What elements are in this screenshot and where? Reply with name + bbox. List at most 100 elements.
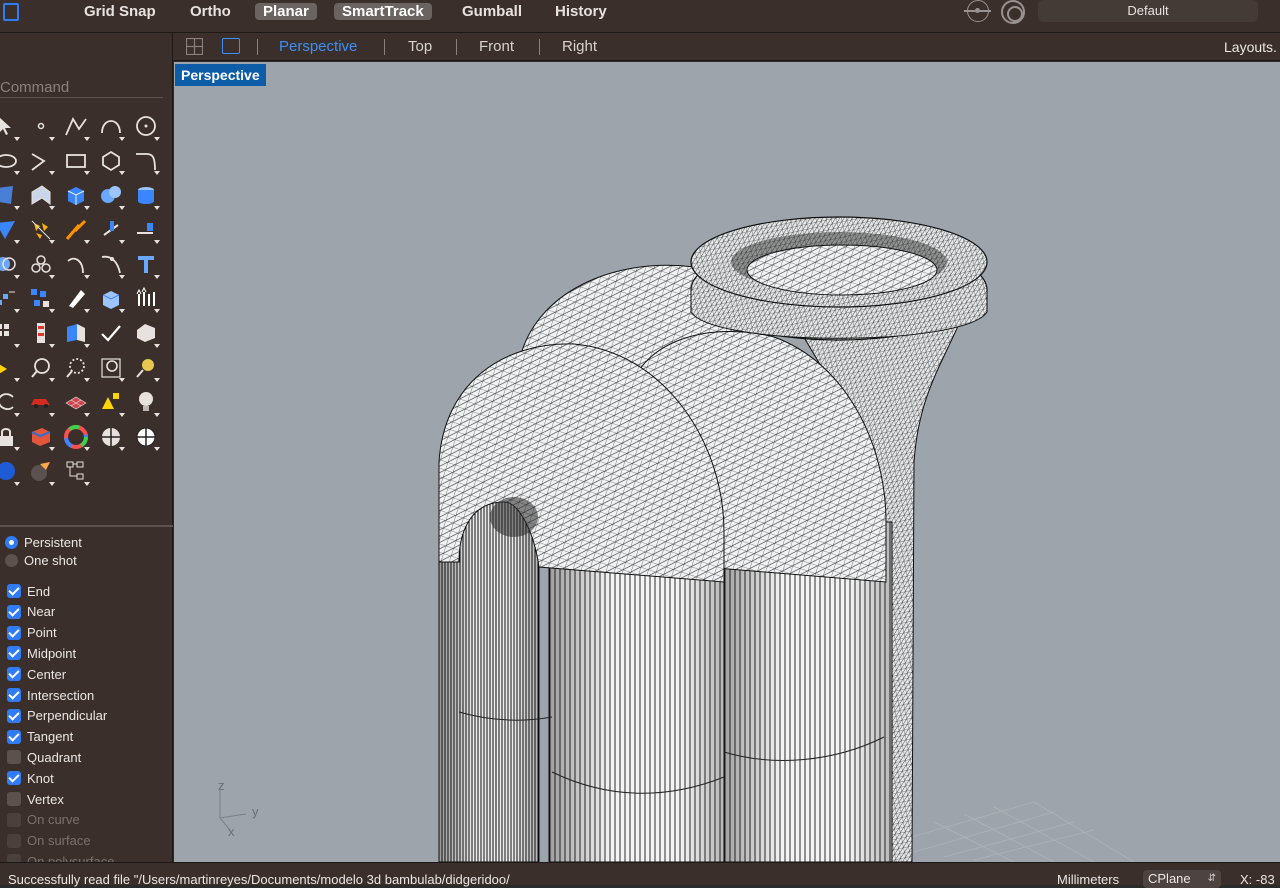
solid-icon[interactable] <box>93 282 128 317</box>
ortho-button[interactable]: Ortho <box>182 3 239 20</box>
didgeridoo-mesh-model[interactable] <box>174 62 1280 862</box>
zoom-window-icon[interactable] <box>58 351 93 386</box>
checkbox[interactable] <box>7 646 21 661</box>
radio-one-shot[interactable] <box>5 553 18 567</box>
group-icon[interactable] <box>23 247 58 282</box>
record-history-icon[interactable] <box>1001 0 1025 24</box>
checkbox[interactable] <box>7 708 21 723</box>
trim-icon[interactable] <box>93 213 128 248</box>
checkbox[interactable] <box>7 688 21 702</box>
light-icon[interactable] <box>128 351 163 386</box>
patch-icon[interactable] <box>0 213 23 248</box>
mirror-icon[interactable] <box>58 282 93 317</box>
extend-icon[interactable] <box>128 213 163 248</box>
single-viewport-icon[interactable] <box>222 38 240 54</box>
select-arrow-icon[interactable] <box>0 109 23 144</box>
lock-icon[interactable] <box>0 420 23 455</box>
checkbox[interactable] <box>7 771 21 786</box>
osnap-end[interactable]: End <box>5 582 50 600</box>
viewport-title-badge[interactable]: Perspective <box>175 64 266 86</box>
boolean-icon[interactable] <box>0 247 23 282</box>
checkbox[interactable] <box>7 625 21 640</box>
ellipse-icon[interactable] <box>0 144 23 179</box>
curve-edit-icon[interactable] <box>93 247 128 282</box>
zoom-icon[interactable] <box>23 351 58 386</box>
cylinder-icon[interactable] <box>128 178 163 213</box>
split-icon[interactable] <box>58 213 93 248</box>
check-icon[interactable] <box>93 316 128 351</box>
tab-top[interactable]: Top <box>408 38 432 55</box>
layer-icon[interactable] <box>58 316 93 351</box>
align-icon[interactable] <box>93 385 128 420</box>
osnap-vertex[interactable]: Vertex <box>5 790 64 808</box>
osnap-persistent-option[interactable]: Persistent <box>5 533 82 551</box>
window-icon[interactable] <box>3 3 19 21</box>
explode-icon[interactable] <box>23 213 58 248</box>
osnap-quadrant[interactable]: Quadrant <box>5 748 81 766</box>
curve-icon[interactable] <box>93 109 128 144</box>
osnap-midpoint[interactable]: Midpoint <box>5 644 76 662</box>
cplane-selector[interactable]: CPlane ⇵ <box>1143 870 1221 888</box>
dimension-icon[interactable] <box>23 316 58 351</box>
osnap-one-shot-option[interactable]: One shot <box>5 551 77 569</box>
color-wheel-icon[interactable] <box>58 420 93 455</box>
radio-persistent[interactable] <box>5 535 18 549</box>
planar-button[interactable]: Planar <box>255 3 317 20</box>
tab-right[interactable]: Right <box>562 38 597 55</box>
analyze-icon[interactable] <box>128 316 163 351</box>
extrude-surface-icon[interactable] <box>23 178 58 213</box>
checkbox[interactable] <box>7 667 21 682</box>
command-input[interactable] <box>0 76 163 98</box>
smarttrack-button[interactable]: SmartTrack <box>334 3 432 20</box>
circle-icon[interactable] <box>128 109 163 144</box>
array-icon[interactable] <box>0 282 23 317</box>
car-icon[interactable] <box>23 385 58 420</box>
sphere-icon[interactable] <box>93 178 128 213</box>
flash-icon[interactable] <box>23 454 58 489</box>
osnap-intersection[interactable]: Intersection <box>5 686 94 704</box>
checkbox[interactable] <box>7 584 21 598</box>
offset-icon[interactable] <box>58 247 93 282</box>
mesh-icon[interactable] <box>58 385 93 420</box>
osnap-target-icon[interactable] <box>964 0 991 22</box>
history-button[interactable]: History <box>547 3 615 20</box>
move-icon[interactable] <box>128 282 163 317</box>
environment-icon[interactable] <box>93 420 128 455</box>
text-icon[interactable] <box>128 247 163 282</box>
hierarchy-icon[interactable] <box>58 454 93 489</box>
grid-snap-button[interactable]: Grid Snap <box>76 3 164 20</box>
tab-front[interactable]: Front <box>479 38 514 55</box>
surface-icon[interactable] <box>0 178 23 213</box>
rectangle-icon[interactable] <box>58 144 93 179</box>
transform-icon[interactable] <box>23 282 58 317</box>
rotate-view-icon[interactable] <box>0 385 23 420</box>
polyline-icon[interactable] <box>58 109 93 144</box>
sun-sphere-icon[interactable] <box>128 420 163 455</box>
osnap-on-surface[interactable]: On surface <box>5 832 91 850</box>
gumball-button[interactable]: Gumball <box>454 3 530 20</box>
four-viewports-icon[interactable] <box>186 38 203 55</box>
osnap-near[interactable]: Near <box>5 603 55 621</box>
perspective-viewport[interactable]: Perspective z y x <box>174 62 1280 862</box>
layouts-button[interactable]: Layouts. <box>1224 39 1277 55</box>
material-icon[interactable] <box>23 420 58 455</box>
fillet-icon[interactable] <box>128 144 163 179</box>
zoom-extents-icon[interactable] <box>93 351 128 386</box>
osnap-knot[interactable]: Knot <box>5 769 54 787</box>
point-icon[interactable] <box>23 109 58 144</box>
box-icon[interactable] <box>58 178 93 213</box>
lasso-icon[interactable] <box>0 351 23 386</box>
checkbox[interactable] <box>7 812 21 827</box>
checkbox[interactable] <box>7 604 21 619</box>
osnap-center[interactable]: Center <box>5 665 66 683</box>
osnap-point[interactable]: Point <box>5 624 57 642</box>
render-icon[interactable] <box>0 454 23 489</box>
layer-selector[interactable]: Default <box>1038 0 1258 22</box>
grid-icon[interactable] <box>0 316 23 351</box>
arc-icon[interactable] <box>23 144 58 179</box>
tab-perspective[interactable]: Perspective <box>279 38 357 55</box>
checkbox[interactable] <box>7 729 21 744</box>
lightbulb-icon[interactable] <box>128 385 163 420</box>
osnap-on-curve[interactable]: On curve <box>5 811 80 829</box>
osnap-perpendicular[interactable]: Perpendicular <box>5 707 107 725</box>
